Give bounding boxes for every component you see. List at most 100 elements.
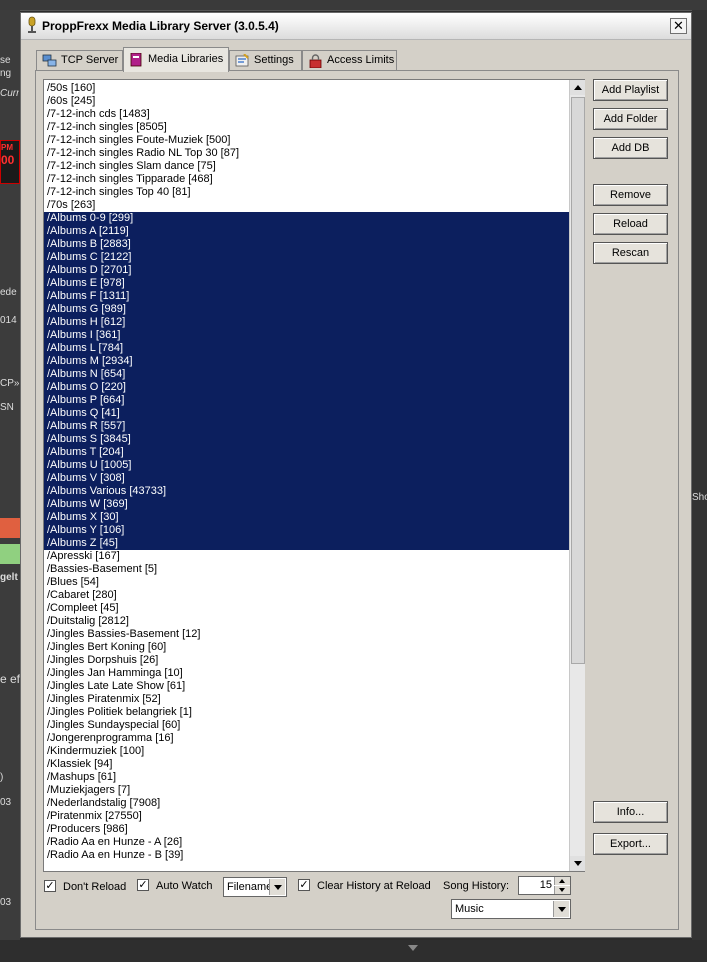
- increment-button[interactable]: [554, 877, 570, 885]
- list-item[interactable]: /7-12-inch singles [8505]: [44, 121, 569, 134]
- dropdown-button[interactable]: [269, 879, 285, 895]
- list-item[interactable]: /Klassiek [94]: [44, 758, 569, 771]
- list-item[interactable]: /Jingles Sundayspecial [60]: [44, 719, 569, 732]
- chevron-down-icon: [558, 907, 566, 912]
- clear-history-label: Clear History at Reload: [317, 880, 431, 892]
- list-item[interactable]: /7-12-inch singles Slam dance [75]: [44, 160, 569, 173]
- list-item[interactable]: /Jingles Bert Koning [60]: [44, 641, 569, 654]
- dont-reload-checkbox[interactable]: ✓: [44, 880, 56, 892]
- list-item[interactable]: /Albums H [612]: [44, 316, 569, 329]
- list-item[interactable]: /Jingles Piratenmix [52]: [44, 693, 569, 706]
- info-button[interactable]: Info...: [593, 801, 668, 823]
- scroll-up-button[interactable]: [570, 80, 585, 95]
- list-item[interactable]: /Radio Aa en Hunze - A [26]: [44, 836, 569, 849]
- list-item[interactable]: /Albums F [1311]: [44, 290, 569, 303]
- category-value: Music: [455, 903, 484, 915]
- list-item[interactable]: /Albums Z [45]: [44, 537, 569, 550]
- watch-mode-select[interactable]: Filename: [223, 877, 287, 897]
- tab-settings[interactable]: Settings: [229, 50, 302, 71]
- list-item[interactable]: /Albums B [2883]: [44, 238, 569, 251]
- list-item[interactable]: /Bassies-Basement [5]: [44, 563, 569, 576]
- list-item[interactable]: /7-12-inch singles Top 40 [81]: [44, 186, 569, 199]
- list-item[interactable]: /70s [263]: [44, 199, 569, 212]
- list-item[interactable]: /7-12-inch singles Foute-Muziek [500]: [44, 134, 569, 147]
- list-item[interactable]: /Muziekjagers [7]: [44, 784, 569, 797]
- list-item[interactable]: /50s [160]: [44, 82, 569, 95]
- media-library-list[interactable]: /50s [160]/60s [245]/7-12-inch cds [1483…: [43, 79, 585, 872]
- list-item[interactable]: /Jongerenprogramma [16]: [44, 732, 569, 745]
- list-item[interactable]: /Albums T [204]: [44, 446, 569, 459]
- scroll-down-button[interactable]: [570, 856, 585, 871]
- clear-history-checkbox[interactable]: ✓: [298, 879, 310, 891]
- list-item[interactable]: /Apresski [167]: [44, 550, 569, 563]
- list-item[interactable]: /Albums Various [43733]: [44, 485, 569, 498]
- list-item[interactable]: /7-12-inch singles Radio NL Top 30 [87]: [44, 147, 569, 160]
- list-item[interactable]: /Albums Y [106]: [44, 524, 569, 537]
- list-item[interactable]: /Albums N [654]: [44, 368, 569, 381]
- rescan-button[interactable]: Rescan: [593, 242, 668, 264]
- scrollbar-thumb[interactable]: [571, 97, 585, 664]
- list-item[interactable]: /Nederlandstalig [7908]: [44, 797, 569, 810]
- list-item[interactable]: /Duitstalig [2812]: [44, 615, 569, 628]
- list-item[interactable]: /Cabaret [280]: [44, 589, 569, 602]
- song-history-stepper[interactable]: 15: [518, 876, 571, 895]
- background-text: PM: [1, 143, 13, 152]
- list-item[interactable]: /Albums W [369]: [44, 498, 569, 511]
- list-item[interactable]: /Albums 0-9 [299]: [44, 212, 569, 225]
- list-item[interactable]: /7-12-inch cds [1483]: [44, 108, 569, 121]
- tab-media-libraries[interactable]: Media Libraries: [123, 47, 229, 72]
- add-playlist-button[interactable]: Add Playlist: [593, 79, 668, 101]
- list-item[interactable]: /Jingles Jan Hamminga [10]: [44, 667, 569, 680]
- title-bar[interactable]: ProppFrexx Media Library Server (3.0.5.4…: [21, 13, 691, 40]
- list-item[interactable]: /Jingles Politiek belangriek [1]: [44, 706, 569, 719]
- list-item[interactable]: /Albums E [978]: [44, 277, 569, 290]
- auto-watch-checkbox[interactable]: ✓: [137, 879, 149, 891]
- tab-access-limits[interactable]: Access Limits: [302, 50, 397, 71]
- background-text: 03: [0, 797, 12, 808]
- list-item[interactable]: /60s [245]: [44, 95, 569, 108]
- tab-tcp-server[interactable]: TCP Server: [36, 50, 123, 71]
- add-folder-button[interactable]: Add Folder: [593, 108, 668, 130]
- list-item[interactable]: /Piratenmix [27550]: [44, 810, 569, 823]
- list-item[interactable]: /Producers [986]: [44, 823, 569, 836]
- list-item[interactable]: /Blues [54]: [44, 576, 569, 589]
- list-item[interactable]: /Albums I [361]: [44, 329, 569, 342]
- arrow-up-icon: [574, 85, 582, 90]
- microphone-icon: [28, 16, 36, 33]
- list-item[interactable]: /Albums Q [41]: [44, 407, 569, 420]
- list-item[interactable]: /Kindermuziek [100]: [44, 745, 569, 758]
- add-db-button[interactable]: Add DB: [593, 137, 668, 159]
- dont-reload-label: Don't Reload: [63, 881, 127, 893]
- dropdown-button[interactable]: [553, 901, 569, 917]
- decrement-button[interactable]: [554, 886, 570, 894]
- list-item[interactable]: /Jingles Bassies-Basement [12]: [44, 628, 569, 641]
- list-item[interactable]: /Albums D [2701]: [44, 264, 569, 277]
- list-item[interactable]: /Mashups [61]: [44, 771, 569, 784]
- list-item[interactable]: /Albums V [308]: [44, 472, 569, 485]
- list-item[interactable]: /Albums A [2119]: [44, 225, 569, 238]
- list-item[interactable]: /Albums G [989]: [44, 303, 569, 316]
- background-text: SN: [0, 402, 14, 413]
- list-item[interactable]: /Albums C [2122]: [44, 251, 569, 264]
- background-app-right-edge: Sho: [692, 10, 707, 962]
- reload-button[interactable]: Reload: [593, 213, 668, 235]
- list-item[interactable]: /Jingles Dorpshuis [26]: [44, 654, 569, 667]
- list-item[interactable]: /Albums O [220]: [44, 381, 569, 394]
- category-select[interactable]: Music: [451, 899, 571, 919]
- background-text: gelt: [0, 572, 18, 583]
- vertical-scrollbar[interactable]: [569, 80, 585, 871]
- list-item[interactable]: /7-12-inch singles Tipparade [468]: [44, 173, 569, 186]
- list-item[interactable]: /Albums R [557]: [44, 420, 569, 433]
- list-item[interactable]: /Albums P [664]: [44, 394, 569, 407]
- list-item[interactable]: /Albums U [1005]: [44, 459, 569, 472]
- list-item[interactable]: /Albums X [30]: [44, 511, 569, 524]
- list-item[interactable]: /Albums L [784]: [44, 342, 569, 355]
- export-button[interactable]: Export...: [593, 833, 668, 855]
- list-item[interactable]: /Albums M [2934]: [44, 355, 569, 368]
- list-item[interactable]: /Compleet [45]: [44, 602, 569, 615]
- list-item[interactable]: /Jingles Late Late Show [61]: [44, 680, 569, 693]
- close-button[interactable]: ✕: [670, 18, 687, 34]
- list-item[interactable]: /Albums S [3845]: [44, 433, 569, 446]
- list-item[interactable]: /Radio Aa en Hunze - B [39]: [44, 849, 569, 862]
- remove-button[interactable]: Remove: [593, 184, 668, 206]
